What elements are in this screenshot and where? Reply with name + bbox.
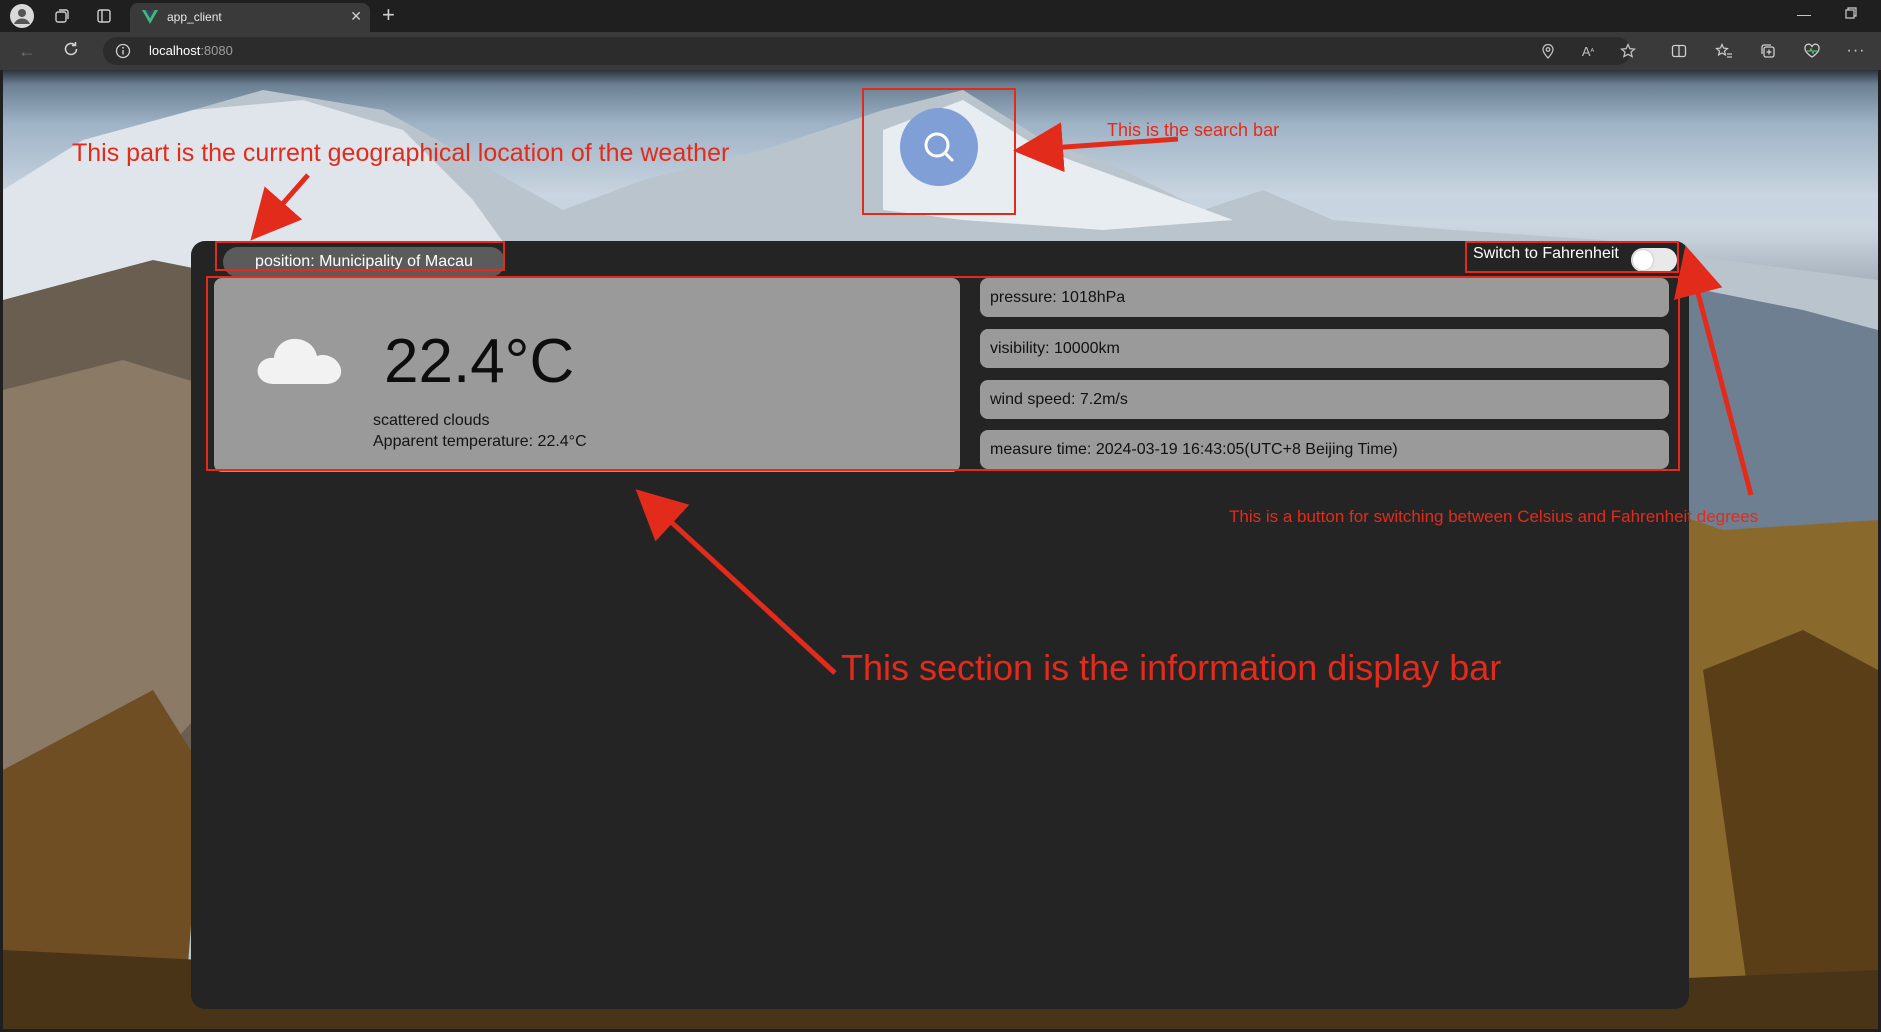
minimize-icon[interactable]: — bbox=[1797, 6, 1811, 22]
more-icon[interactable]: ··· bbox=[1845, 40, 1867, 62]
measure-time-row: measure time: 2024-03-19 16:43:05(UTC+8 … bbox=[980, 430, 1669, 469]
search-annotation-text: This is the search bar bbox=[1107, 120, 1280, 140]
browser-tab-bar: app_client ✕ + — bbox=[0, 0, 1881, 32]
profile-icon[interactable] bbox=[10, 4, 34, 28]
browser-tab[interactable]: app_client ✕ bbox=[130, 3, 370, 32]
favorites-icon[interactable] bbox=[1713, 40, 1735, 62]
favorite-star-icon[interactable] bbox=[1617, 40, 1639, 62]
current-weather-card: 22.4°C scattered clouds Apparent tempera… bbox=[214, 278, 960, 472]
location-icon[interactable] bbox=[1537, 40, 1559, 62]
collections-icon[interactable] bbox=[1757, 40, 1779, 62]
split-screen-icon[interactable] bbox=[1668, 40, 1690, 62]
read-aloud-icon[interactable]: Aᴬ bbox=[1577, 40, 1599, 62]
url-text: localhost:8080 bbox=[149, 43, 233, 58]
fahrenheit-toggle[interactable] bbox=[1631, 248, 1677, 272]
fahrenheit-toggle-label: Switch to Fahrenheit bbox=[1473, 245, 1619, 262]
tab-actions-icon[interactable] bbox=[93, 5, 115, 27]
workspaces-icon[interactable] bbox=[51, 5, 73, 27]
back-icon[interactable]: ← bbox=[16, 40, 38, 62]
vue-logo-icon bbox=[142, 10, 158, 29]
search-button[interactable] bbox=[900, 108, 978, 186]
performance-icon[interactable] bbox=[1801, 40, 1823, 62]
apparent-temperature: Apparent temperature: 22.4°C bbox=[373, 433, 587, 450]
wind-speed-row: wind speed: 7.2m/s bbox=[980, 380, 1669, 419]
visibility-row: visibility: 10000km bbox=[980, 329, 1669, 368]
weather-description: scattered clouds bbox=[373, 412, 490, 429]
pressure-row: pressure: 1018hPa bbox=[980, 278, 1669, 317]
search-icon bbox=[924, 132, 954, 162]
toggle-knob bbox=[1633, 250, 1653, 270]
position-label: position: Municipality of Macau bbox=[223, 247, 505, 277]
info-annotation-text: This section is the information display … bbox=[841, 647, 1502, 688]
close-icon[interactable]: ✕ bbox=[350, 8, 362, 25]
location-annotation-text: This part is the current geographical lo… bbox=[72, 139, 730, 167]
url-field[interactable]: localhost:8080 Aᴬ bbox=[103, 37, 1636, 65]
address-bar-row: ← localhost:8080 Aᴬ ··· bbox=[0, 32, 1881, 70]
tab-title: app_client bbox=[167, 10, 222, 24]
info-icon[interactable] bbox=[115, 43, 131, 59]
restore-icon[interactable] bbox=[1845, 6, 1857, 22]
app-viewport: position: Municipality of Macau Switch t… bbox=[3, 70, 1878, 1029]
cloud-icon bbox=[257, 338, 342, 384]
temperature-value: 22.4°C bbox=[384, 327, 575, 396]
toggle-annotation-text: This is a button for switching between C… bbox=[1229, 507, 1759, 526]
weather-panel: position: Municipality of Macau Switch t… bbox=[191, 241, 1689, 1009]
reload-icon[interactable] bbox=[60, 40, 82, 62]
plus-icon[interactable]: + bbox=[382, 2, 395, 28]
